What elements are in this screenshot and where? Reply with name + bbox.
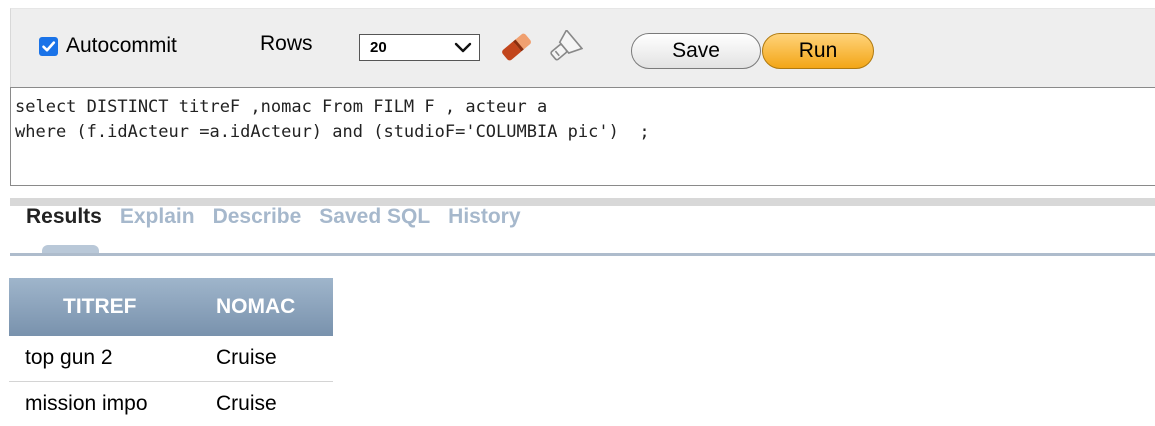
tab-saved-sql[interactable]: Saved SQL [319, 205, 430, 229]
save-button[interactable]: Save [631, 33, 761, 69]
table-cell: Cruise [206, 381, 333, 426]
table-row: top gun 2 Cruise [9, 336, 333, 382]
rows-select-value: 20 [370, 39, 387, 56]
sql-editor[interactable]: select DISTINCT titreF ,nomac From FILM … [10, 87, 1155, 186]
column-header-nomac[interactable]: NOMAC [206, 278, 333, 336]
results-table: TITREF NOMAC top gun 2 Cruise mission im… [9, 278, 333, 426]
autocommit-label: Autocommit [66, 34, 177, 57]
sql-line-2: where (f.idActeur =a.idActeur) and (stud… [15, 122, 650, 142]
column-header-titref[interactable]: TITREF [9, 278, 206, 336]
sql-line-1: select DISTINCT titreF ,nomac From FILM … [15, 97, 548, 117]
table-cell: top gun 2 [9, 336, 206, 382]
rows-select[interactable]: 20 [359, 34, 480, 61]
checkmark-icon [42, 40, 56, 51]
autocommit-toggle[interactable]: Autocommit [39, 33, 177, 59]
eraser-icon[interactable] [497, 29, 537, 63]
flashlight-icon[interactable] [547, 30, 583, 64]
table-cell: mission impo [9, 381, 206, 426]
tab-explain[interactable]: Explain [120, 205, 195, 229]
tab-results[interactable]: Results [26, 205, 102, 229]
toolbar: Autocommit Rows 20 Save Run [10, 8, 1155, 87]
table-row: mission impo Cruise [9, 381, 333, 426]
tab-history[interactable]: History [448, 205, 520, 229]
results-tabs: Results Explain Describe Saved SQL Histo… [26, 205, 521, 229]
table-header-row: TITREF NOMAC [9, 278, 333, 336]
tab-describe[interactable]: Describe [213, 205, 302, 229]
rows-label: Rows [260, 32, 313, 55]
chevron-down-icon [454, 42, 472, 53]
tabs-underline [10, 253, 1155, 256]
run-button[interactable]: Run [762, 33, 874, 69]
table-cell: Cruise [206, 336, 333, 382]
autocommit-checkbox[interactable] [39, 36, 58, 56]
